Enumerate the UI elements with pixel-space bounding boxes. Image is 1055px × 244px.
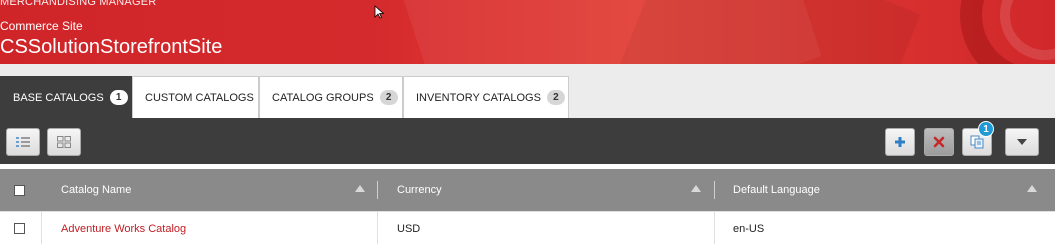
dropdown-icon — [1017, 139, 1027, 145]
catalog-tabs: BASE CATALOGS 1 CUSTOM CATALOGS CATALOG … — [0, 64, 1055, 118]
grid-header: Catalog Name Currency Default Language — [0, 169, 1055, 211]
currency-value: USD — [397, 222, 421, 235]
table-row[interactable]: Adventure Works Catalog USD en-US — [0, 211, 1055, 244]
tab-inventory-catalogs[interactable]: INVENTORY CATALOGS 2 — [403, 76, 569, 118]
tab-label: INVENTORY CATALOGS — [416, 91, 541, 104]
tab-catalog-groups[interactable]: CATALOG GROUPS 2 — [259, 76, 403, 118]
sort-ascending-icon[interactable] — [1027, 185, 1037, 192]
add-icon — [895, 137, 905, 147]
site-label: Commerce Site — [0, 19, 83, 33]
tab-label: BASE CATALOGS — [13, 91, 104, 104]
catalog-toolbar — [0, 118, 1055, 164]
language-value: en-US — [733, 222, 765, 235]
tab-count-badge: 1 — [109, 90, 128, 105]
sort-ascending-icon[interactable] — [355, 185, 365, 192]
language-cell: en-US — [733, 212, 764, 244]
list-view-button[interactable] — [6, 128, 40, 156]
grid-view-icon — [57, 136, 71, 148]
app-title: MERCHANDISING MANAGER — [0, 0, 157, 8]
currency-cell: USD — [397, 212, 420, 244]
tab-custom-catalogs[interactable]: CUSTOM CATALOGS — [132, 76, 259, 118]
site-name: CSSolutionStorefrontSite — [0, 36, 223, 58]
select-all-cell — [14, 169, 25, 211]
column-title: Default Language — [733, 184, 820, 196]
list-view-icon — [16, 137, 30, 147]
cell-divider — [714, 212, 715, 244]
notification-badge: 1 — [978, 121, 994, 137]
mouse-cursor-icon — [374, 5, 384, 19]
column-header-default-language[interactable]: Default Language — [733, 169, 820, 211]
tab-count-badge: 2 — [379, 90, 398, 105]
add-button[interactable] — [885, 128, 915, 156]
tab-base-catalogs[interactable]: BASE CATALOGS 1 — [0, 76, 132, 118]
catalog-name-link[interactable]: Adventure Works Catalog — [61, 223, 186, 235]
row-checkbox[interactable] — [14, 223, 25, 234]
catalog-name-cell: Adventure Works Catalog — [61, 212, 186, 244]
column-divider — [377, 181, 378, 199]
delete-button[interactable] — [924, 128, 954, 156]
tab-label: CATALOG GROUPS — [272, 91, 374, 104]
sort-ascending-icon[interactable] — [691, 185, 701, 192]
more-actions-button[interactable] — [1005, 128, 1039, 156]
column-title: Catalog Name — [61, 184, 132, 196]
cell-divider — [41, 212, 42, 244]
grid-view-button[interactable] — [47, 128, 81, 156]
select-all-checkbox[interactable] — [14, 184, 25, 196]
tab-label: CUSTOM CATALOGS — [145, 91, 254, 104]
delete-icon — [933, 136, 945, 148]
cell-divider — [377, 212, 378, 244]
row-select-cell — [14, 212, 25, 244]
site-header: MERCHANDISING MANAGER Commerce Site CSSo… — [0, 0, 1055, 64]
tab-count-badge: 2 — [546, 90, 565, 105]
header-decoration — [619, 0, 921, 64]
column-header-currency[interactable]: Currency — [397, 169, 442, 211]
column-header-catalog-name[interactable]: Catalog Name — [61, 169, 131, 211]
column-divider — [714, 181, 715, 199]
column-title: Currency — [397, 184, 442, 196]
copy-icon — [970, 135, 984, 149]
